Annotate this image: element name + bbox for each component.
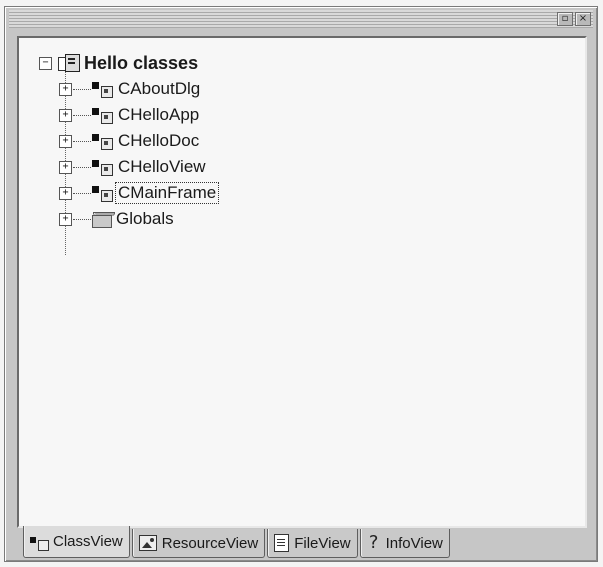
close-button[interactable]: × [575,12,591,26]
tab-label: InfoView [385,534,443,552]
tree-item-cmainframe[interactable]: + CMainFrame [59,180,220,206]
window-buttons: ▫ × [557,12,591,26]
tree-connector [73,192,91,194]
tree-item-chelloview[interactable]: + CHelloView [59,154,206,180]
tree-connector [73,140,91,142]
tree-item-chellodoc[interactable]: + CHelloDoc [59,128,199,154]
class-icon [92,132,114,150]
class-icon [92,106,114,124]
expand-icon[interactable]: + [59,108,72,122]
tab-fileview[interactable]: FileView [267,529,358,558]
tab-label: ResourceView [161,534,259,552]
class-icon [92,158,114,176]
folder-icon [92,211,115,228]
tree-root-label: Hello classes [84,52,199,73]
class-tree-panel[interactable]: − Hello classes + CAboutDlg + CHelloApp … [17,36,587,528]
tab-resourceview[interactable]: ResourceView [131,529,266,558]
window-gripper[interactable]: ▫ × [9,10,593,28]
tree-item-label: CAboutDlg [118,79,201,98]
tree-item-chelloapp[interactable]: + CHelloApp [59,102,199,128]
tree-connector [73,88,91,90]
resource-icon [138,535,157,551]
view-tabs: ClassView ResourceView FileView ? InfoVi… [23,526,450,558]
class-icon [92,80,114,98]
expand-icon[interactable]: + [59,160,72,174]
tree-item-label: CHelloApp [118,105,200,124]
tree-item-label: CMainFrame [115,182,220,204]
expand-icon[interactable]: + [59,186,72,200]
class-icon [30,534,49,551]
tab-label: FileView [294,534,351,552]
tree-item-label: Globals [116,209,174,228]
expand-icon[interactable]: + [59,212,72,226]
tree-item-label: CHelloView [118,157,206,176]
tree-item-globals[interactable]: + Globals [59,206,174,232]
classes-root-icon [58,53,80,73]
workspace-window: ▫ × − Hello classes + CAboutDlg + CHello… [4,6,598,562]
help-icon: ? [368,532,379,553]
tree-connector [73,218,91,220]
tree-root[interactable]: − Hello classes [39,50,198,76]
tab-label: ClassView [53,533,123,550]
tab-classview[interactable]: ClassView [23,526,130,558]
restore-button[interactable]: ▫ [557,12,573,26]
tree-item-label: CHelloDoc [118,131,200,150]
class-icon [92,184,114,202]
expand-icon[interactable]: + [59,134,72,148]
file-icon [274,534,290,552]
collapse-icon[interactable]: − [39,56,52,70]
tab-infoview[interactable]: ? InfoView [359,529,450,558]
tree-item-caboutdlg[interactable]: + CAboutDlg [59,76,200,102]
expand-icon[interactable]: + [59,82,72,96]
tree-connector [73,114,91,116]
tree-connector [73,166,91,168]
